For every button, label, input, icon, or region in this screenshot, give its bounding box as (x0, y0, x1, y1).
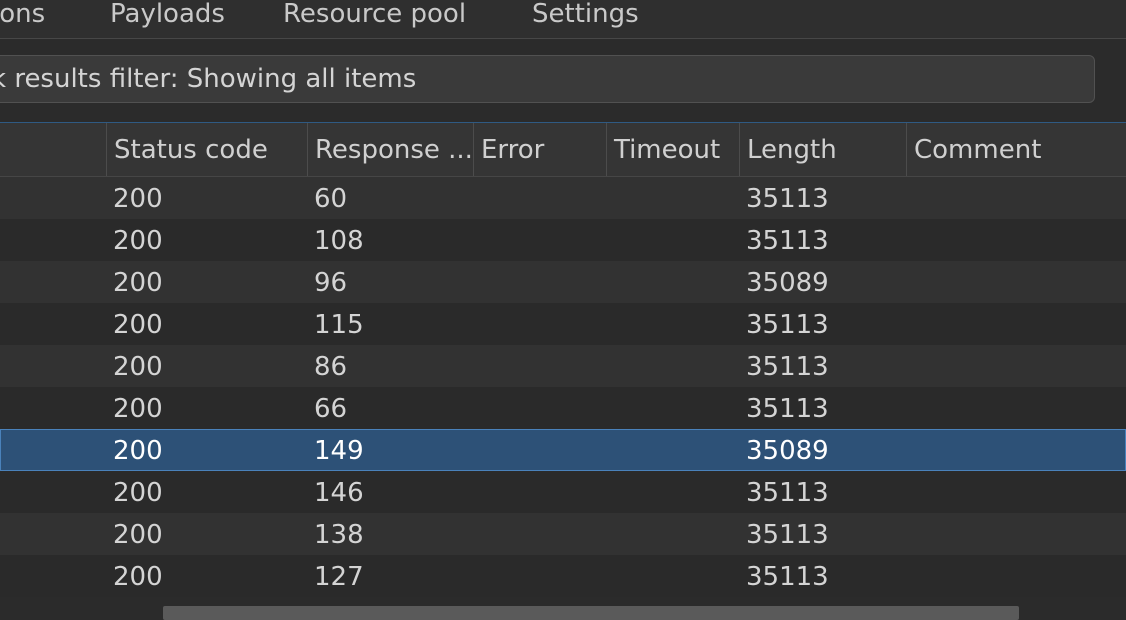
timeout-cell (606, 303, 739, 345)
comment-cell (906, 177, 1126, 219)
error-cell (473, 429, 606, 471)
comment-cell (906, 555, 1126, 597)
error-cell (473, 471, 606, 513)
response-received-cell: 115 (314, 310, 364, 340)
timeout-cell (606, 219, 739, 261)
comment-cell (906, 513, 1126, 555)
tab-payloads[interactable]: Payloads (110, 0, 225, 34)
comment-cell (906, 219, 1126, 261)
length-cell: 35089 (746, 268, 829, 298)
results-table: Status code Response ... Error Timeout L… (0, 122, 1126, 607)
timeout-cell (606, 513, 739, 555)
table-row[interactable]: 200 146 35113 (0, 471, 1126, 513)
error-cell (473, 345, 606, 387)
column-header-response-received[interactable]: Response ... (307, 123, 473, 176)
status-code-cell: 200 (113, 478, 163, 508)
status-code-cell: 200 (113, 268, 163, 298)
column-header-request[interactable] (0, 123, 106, 176)
table-row[interactable]: 200 96 35089 (0, 261, 1126, 303)
comment-cell (906, 261, 1126, 303)
status-code-cell: 200 (113, 226, 163, 256)
table-row-selected[interactable]: 200 149 35089 (0, 429, 1126, 471)
error-cell (473, 303, 606, 345)
table-row[interactable]: 200 108 35113 (0, 219, 1126, 261)
error-cell (473, 555, 606, 597)
comment-cell (906, 345, 1126, 387)
horizontal-scrollbar[interactable] (0, 600, 1126, 620)
table-row[interactable]: 200 60 35113 (0, 177, 1126, 219)
status-code-cell: 200 (113, 184, 163, 214)
horizontal-scrollbar-thumb[interactable] (163, 606, 1019, 620)
table-row[interactable]: 200 127 35113 (0, 555, 1126, 597)
length-cell: 35113 (746, 520, 829, 550)
table-row[interactable]: 200 86 35113 (0, 345, 1126, 387)
table-header: Status code Response ... Error Timeout L… (0, 123, 1126, 177)
column-header-error[interactable]: Error (473, 123, 606, 176)
status-code-cell: 200 (113, 310, 163, 340)
tab-settings[interactable]: Settings (532, 0, 639, 34)
tab-bar: ions Payloads Resource pool Settings (0, 0, 1126, 39)
tab-positions[interactable]: ions (0, 0, 45, 34)
status-code-cell: 200 (113, 436, 163, 466)
length-cell: 35089 (746, 436, 829, 466)
length-cell: 35113 (746, 352, 829, 382)
column-header-timeout[interactable]: Timeout (606, 123, 739, 176)
length-cell: 35113 (746, 478, 829, 508)
column-header-length[interactable]: Length (739, 123, 906, 176)
results-filter-text: k results filter: Showing all items (0, 64, 417, 94)
error-cell (473, 387, 606, 429)
status-code-cell: 200 (113, 352, 163, 382)
response-received-cell: 60 (314, 184, 348, 214)
error-cell (473, 261, 606, 303)
response-received-cell: 108 (314, 226, 364, 256)
response-received-cell: 66 (314, 394, 348, 424)
results-filter-bar[interactable]: k results filter: Showing all items (0, 55, 1095, 103)
comment-cell (906, 471, 1126, 513)
response-received-cell: 96 (314, 268, 348, 298)
response-received-cell: 138 (314, 520, 364, 550)
table-row[interactable]: 200 138 35113 (0, 513, 1126, 555)
comment-cell (906, 429, 1126, 471)
length-cell: 35113 (746, 184, 829, 214)
timeout-cell (606, 177, 739, 219)
length-cell: 35113 (746, 226, 829, 256)
intruder-results-window: ions Payloads Resource pool Settings k r… (0, 0, 1126, 620)
error-cell (473, 219, 606, 261)
table-row[interactable]: 200 66 35113 (0, 387, 1126, 429)
tab-resource-pool[interactable]: Resource pool (283, 0, 466, 34)
status-code-cell: 200 (113, 520, 163, 550)
table-row[interactable]: 200 115 35113 (0, 303, 1126, 345)
response-received-cell: 86 (314, 352, 348, 382)
timeout-cell (606, 471, 739, 513)
timeout-cell (606, 261, 739, 303)
error-cell (473, 177, 606, 219)
response-received-cell: 149 (314, 436, 364, 466)
column-header-comment[interactable]: Comment (906, 123, 1126, 176)
column-header-status-code[interactable]: Status code (106, 123, 307, 176)
timeout-cell (606, 555, 739, 597)
status-code-cell: 200 (113, 562, 163, 592)
error-cell (473, 513, 606, 555)
length-cell: 35113 (746, 562, 829, 592)
timeout-cell (606, 345, 739, 387)
timeout-cell (606, 429, 739, 471)
length-cell: 35113 (746, 310, 829, 340)
comment-cell (906, 303, 1126, 345)
comment-cell (906, 387, 1126, 429)
table-body: 200 60 35113 200 108 35113 200 96 35089 200 115 351… (0, 177, 1126, 597)
timeout-cell (606, 387, 739, 429)
status-code-cell: 200 (113, 394, 163, 424)
length-cell: 35113 (746, 394, 829, 424)
response-received-cell: 127 (314, 562, 364, 592)
response-received-cell: 146 (314, 478, 364, 508)
